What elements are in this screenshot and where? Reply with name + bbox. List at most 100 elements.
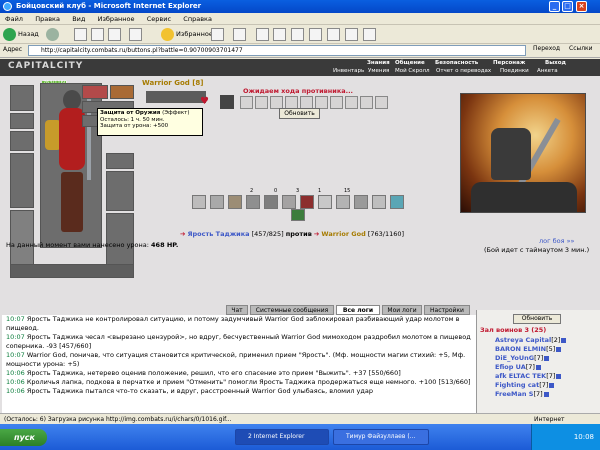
print-icon[interactable] <box>256 28 269 41</box>
info-icon[interactable] <box>556 346 562 352</box>
menu-favorites[interactable]: Избранное <box>93 13 140 25</box>
skill-1-icon[interactable] <box>192 195 206 209</box>
tool-icon[interactable] <box>309 28 322 41</box>
refresh-battle-button[interactable]: Обновить <box>279 108 320 119</box>
nav-tab-character[interactable]: Персонаж <box>490 60 528 67</box>
nav-link-inventory[interactable]: Инвентарь <box>331 68 366 75</box>
pants-slot-icon[interactable] <box>106 171 134 211</box>
info-icon[interactable] <box>549 382 555 388</box>
zone-slot-7[interactable] <box>330 96 343 109</box>
fighter1-name[interactable]: Ярость Таджика <box>188 230 250 238</box>
player-name: BARON ELMIN <box>495 345 547 353</box>
task-chat[interactable]: Тимур Файзуллаев (... <box>333 429 429 445</box>
research-icon[interactable] <box>327 28 340 41</box>
zone-slot-10[interactable] <box>375 96 388 109</box>
home-icon[interactable] <box>108 28 121 41</box>
boots-slot-icon[interactable] <box>106 213 134 265</box>
menu-tools[interactable]: Сервис <box>142 13 176 25</box>
info-icon[interactable] <box>556 373 562 379</box>
player-row[interactable]: Efiop UA[7] <box>495 363 541 372</box>
skill-5-icon[interactable] <box>264 195 278 209</box>
skill-11-icon[interactable] <box>372 195 386 209</box>
menu-edit[interactable]: Правка <box>30 13 65 25</box>
minimize-button[interactable]: _ <box>549 1 560 12</box>
hammer-weapon-icon[interactable] <box>10 153 34 208</box>
shield-slot-icon[interactable] <box>106 153 134 169</box>
forward-button[interactable] <box>46 27 61 42</box>
zone-slot-2[interactable] <box>255 96 268 109</box>
refresh-icon[interactable] <box>91 28 104 41</box>
player-row[interactable]: Astreya Capital[2] <box>495 336 567 345</box>
history-icon[interactable] <box>211 28 224 41</box>
info-icon[interactable] <box>543 391 549 397</box>
bottom-equipment-row[interactable] <box>10 264 134 278</box>
battle-log-link[interactable]: лог боя »» <box>539 237 575 245</box>
search-icon[interactable] <box>129 28 142 41</box>
nav-link-profile[interactable]: Анкета <box>535 68 560 75</box>
edit-icon[interactable] <box>273 28 286 41</box>
player-row[interactable]: Fighting cat[7] <box>495 381 555 390</box>
info-icon[interactable] <box>561 337 567 343</box>
tab-system[interactable]: Системные сообщения <box>250 305 334 315</box>
nav-link-battles[interactable]: Поединки <box>498 68 531 75</box>
go-button[interactable]: Переход <box>533 45 560 52</box>
maximize-button[interactable]: □ <box>562 1 573 12</box>
zone-slot-8[interactable] <box>345 96 358 109</box>
fighter2-name[interactable]: Warrior God <box>321 230 365 238</box>
amulet-slot-icon[interactable] <box>10 131 34 151</box>
skill-10-icon[interactable] <box>354 195 368 209</box>
nav-tab-exit[interactable]: Выход <box>542 60 569 67</box>
skill-3-icon[interactable] <box>228 195 242 209</box>
attack-icon[interactable] <box>220 95 234 109</box>
nav-tab-communication[interactable]: Общение <box>392 60 428 67</box>
zone-slot-9[interactable] <box>360 96 373 109</box>
skill-7-icon[interactable] <box>300 195 314 209</box>
nav-link-transfers[interactable]: Отчет о переводах <box>434 68 493 75</box>
skill-2-icon[interactable] <box>210 195 224 209</box>
player-row[interactable]: afk ELTAC TEK[7] <box>495 372 562 381</box>
opponent-name[interactable]: Warrior God [8] <box>142 79 203 87</box>
stop-icon[interactable] <box>74 28 87 41</box>
heart-icon: ♥ <box>200 96 209 107</box>
messenger-icon[interactable] <box>291 28 304 41</box>
helmet-slot-icon[interactable] <box>10 85 34 111</box>
skill-4-icon[interactable] <box>246 195 260 209</box>
nav-link-skills[interactable]: Умения <box>366 68 391 75</box>
links-button[interactable]: Ссылки <box>569 45 593 52</box>
buff-slot-icon[interactable] <box>82 85 108 99</box>
nav-tab-knowledge[interactable]: Знания <box>364 60 393 67</box>
back-button[interactable]: Назад <box>3 27 39 42</box>
earring-slot-icon[interactable] <box>10 113 34 129</box>
info-icon[interactable] <box>544 355 550 361</box>
special-skill-icon[interactable] <box>291 209 305 221</box>
favorites-button[interactable]: Избранное <box>161 27 213 42</box>
address-input[interactable]: http://capitalcity.combats.ru/buttons.pl… <box>28 45 526 56</box>
menu-help[interactable]: Справка <box>178 13 217 25</box>
task-ie[interactable]: 2 Internet Explorer <box>235 429 329 445</box>
mail-at-icon[interactable] <box>345 28 358 41</box>
tab-all-logs[interactable]: Все логи <box>336 305 380 315</box>
nav-link-scroll[interactable]: Мой Скролл <box>393 68 431 75</box>
skill-9-icon[interactable] <box>336 195 350 209</box>
player-row[interactable]: FreeMan S[7] <box>495 390 549 399</box>
mail-icon[interactable] <box>233 28 246 41</box>
close-button[interactable]: × <box>576 1 587 12</box>
menu-view[interactable]: Вид <box>67 13 90 25</box>
room-refresh-button[interactable]: Обновить <box>513 314 561 324</box>
tab-my-logs[interactable]: Мои логи <box>382 305 422 315</box>
buff-slot-2-icon[interactable] <box>110 85 134 99</box>
player-row[interactable]: BARON ELMIN[5] <box>495 345 562 354</box>
tab-chat[interactable]: Чат <box>226 305 248 315</box>
zone-slot-1[interactable] <box>240 96 253 109</box>
nav-tab-security[interactable]: Безопасность <box>432 60 481 67</box>
menu-file[interactable]: Файл <box>0 13 28 25</box>
skill-6-icon[interactable] <box>282 195 296 209</box>
tab-settings[interactable]: Настройки <box>424 305 470 315</box>
media-icon[interactable] <box>363 28 376 41</box>
info-icon[interactable] <box>535 364 541 370</box>
armor-slot-icon[interactable] <box>10 210 34 265</box>
start-button[interactable]: пуск <box>0 429 47 446</box>
player-row[interactable]: DiE_YoUnG[7] <box>495 354 550 363</box>
skill-12-icon[interactable] <box>390 195 404 209</box>
skill-8-icon[interactable] <box>318 195 332 209</box>
